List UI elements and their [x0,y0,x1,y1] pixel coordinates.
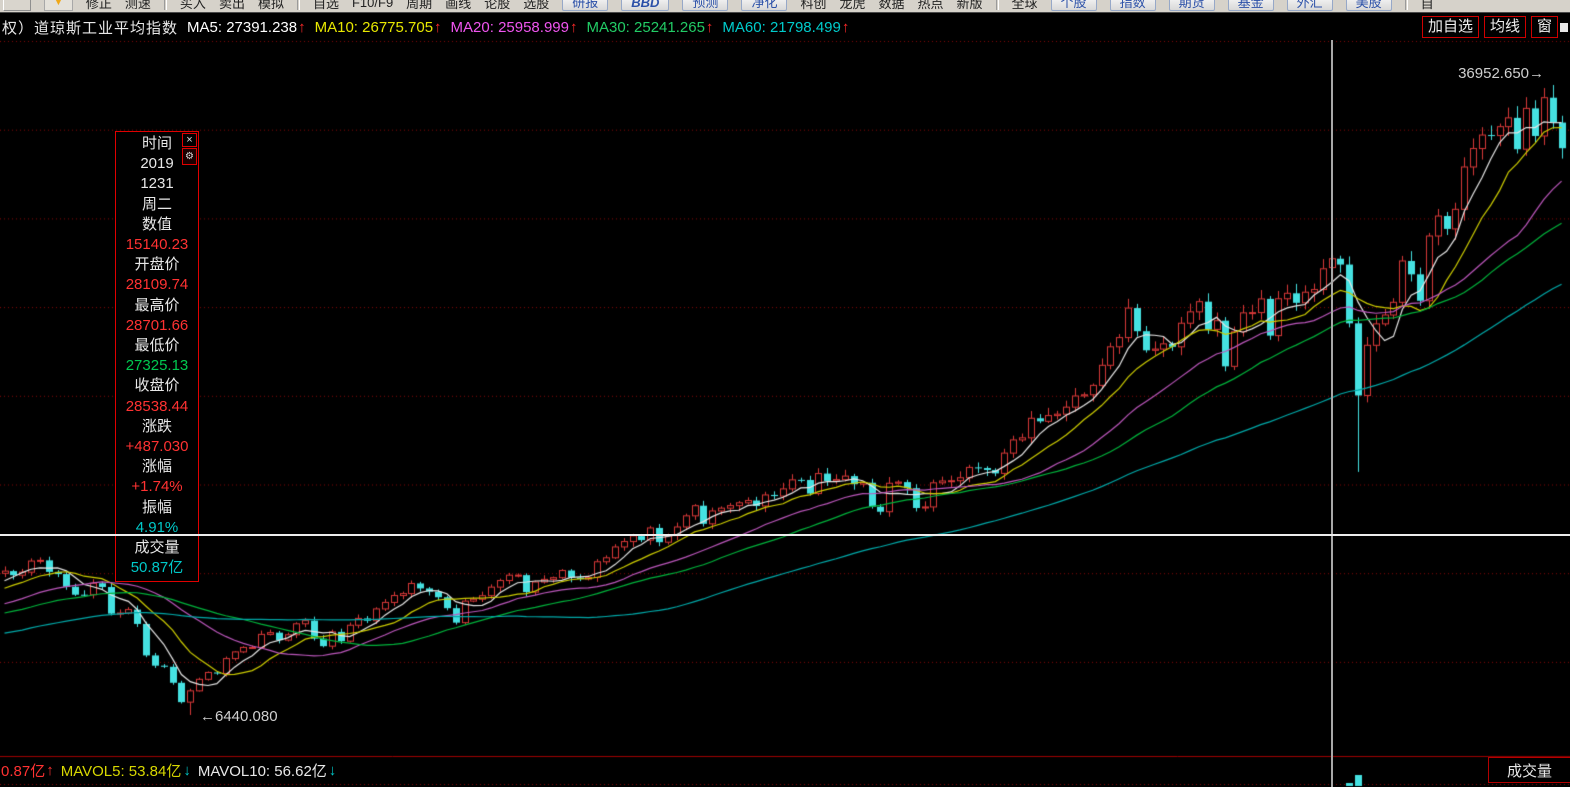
window-icon[interactable] [1560,22,1568,32]
toolbar-item-预测[interactable]: 预测 [682,0,729,11]
tooltip-row: 周二 [141,195,172,213]
toolbar-separator [296,0,300,10]
toolbar-item-龙虎[interactable]: 龙虎 [839,0,865,12]
toolbar-item-热点[interactable]: 热点 [918,0,944,12]
tooltip-row: +487.030 [125,438,189,456]
toolbar-items: ▼ 修正 测速 买入 卖出 模拟 自选 F10/F9 周期 画线 论股 选股 研报 BBD 预测 净化 科创 龙虎… [0,0,1570,12]
ma-value: MA10: 26775.705 [314,18,434,36]
left-arrow-icon: ← [200,708,215,725]
tooltip-rows: 时间 2019 1231 周二 数值 15140.23 开盘价 28109.74 最高价 2870… [116,134,198,578]
tooltip-row: 数值 [141,215,172,233]
up-arrow-icon: ↑ [841,18,850,36]
toolbar-item-买入[interactable]: 买入 [180,0,206,12]
top-toolbar: ▼ 修正 测速 买入 卖出 模拟 自选 F10/F9 周期 画线 论股 选股 研报 BBD 预测 净化 科创 龙虎… [0,0,1570,13]
tooltip-row: 涨幅 [141,458,172,476]
volume-pane-label-text: 成交量 [1506,762,1552,780]
down-arrow-icon: ↓ [328,762,337,779]
toolbar-item-画线[interactable]: 画线 [445,0,471,12]
toolbar-item-修正[interactable]: 修正 [86,0,112,12]
tooltip-row: 最高价 [134,296,180,314]
ma-value: MA20: 25958.999 [450,18,569,36]
gear-icon[interactable]: ⚙ [182,148,197,165]
tooltip-row: 27325.13 [125,357,189,375]
tooltip-row: 28701.66 [125,316,189,334]
toolbar-separator [1404,0,1408,10]
header-button-均线[interactable]: 均线 [1483,16,1526,38]
kline-chart-canvas[interactable] [0,40,1570,787]
tooltip-row: 收盘价 [134,377,180,395]
toolbar-item-自[interactable]: 自 [1421,0,1434,12]
header-button-窗[interactable]: 窗 [1530,16,1558,38]
toolbar-item-期货[interactable]: 期货 [1168,0,1215,11]
trading-app-window: ▼ 修正 测速 买入 卖出 模拟 自选 F10/F9 周期 画线 论股 选股 研报 BBD 预测 净化 科创 龙虎… [0,0,1570,787]
toolbar-item-周期[interactable]: 周期 [406,0,432,12]
volume-value: 0.87亿 [1,763,46,780]
right-arrow-icon: → [1529,65,1544,82]
tooltip-row: 涨跌 [141,417,172,435]
ma-values: MA5: 27391.238 ↑ MA10: 26775.705 ↑ MA20: 259… [178,19,849,36]
toolbar-item-新版[interactable]: 新版 [957,0,983,12]
toolbar-item-论股[interactable]: 论股 [484,0,510,12]
toolbar-item-数据[interactable]: 数据 [878,0,904,12]
toolbar-separator [163,0,167,10]
tooltip-row: 28109.74 [125,276,189,294]
tooltip-row: 1231 [140,175,174,193]
mavol5-value: MAVOL5: 53.84亿 [60,763,182,780]
toolbar-item-F10/F9[interactable]: F10/F9 [352,0,393,10]
down-arrow-icon: ↓ [183,762,191,779]
tooltip-row: 最低价 [134,337,180,355]
low-price-label: ←6440.080 [200,708,278,725]
mavol10-value: MAVOL10: 56.62亿 [197,763,327,780]
crosshair-horizontal-line[interactable] [0,534,1570,537]
toolbar-item-全球[interactable]: 全球 [1012,0,1038,12]
up-arrow-icon: ↑ [705,18,714,36]
toolbar-item-测速[interactable]: 测速 [125,0,151,12]
toolbar-item-外汇[interactable]: 外汇 [1286,0,1333,11]
toolbar-item-基金[interactable]: 基金 [1227,0,1274,11]
toolbar-item-选股[interactable]: 选股 [523,0,549,12]
toolbar-separator [995,0,999,10]
crosshair-vertical-line[interactable] [1330,40,1333,787]
diamond-arrow-icon[interactable]: ▼ [44,0,73,11]
up-arrow-icon: ↑ [298,18,306,36]
low-price-value: 6440.080 [215,708,278,725]
header-button-加自选[interactable]: 加自选 [1421,16,1479,38]
toolbar-item-净化[interactable]: 净化 [741,0,788,11]
toolbar-stub-button[interactable] [3,0,31,11]
tooltip-row: 振幅 [141,498,172,516]
toolbar-item-科创[interactable]: 科创 [800,0,826,12]
toolbar-item-个股[interactable]: 个股 [1050,0,1097,11]
up-arrow-icon: ↑ [434,18,442,36]
header-buttons: 加自选 均线窗 [1421,16,1558,38]
tooltip-row: 28538.44 [125,397,189,415]
up-arrow-icon: ↑ [569,18,578,36]
symbol-title: 权）道琼斯工业平均指数 [2,19,179,37]
ma-value: MA30: 25241.265 [586,18,705,36]
high-price-value: 36952.650 [1458,65,1529,82]
toolbar-item-指数[interactable]: 指数 [1109,0,1156,11]
up-arrow-icon: ↑ [46,762,54,779]
tooltip-row: 成交量 [134,539,180,557]
toolbar-item-模拟[interactable]: 模拟 [258,0,284,12]
toolbar-item-美股[interactable]: 美股 [1345,0,1392,11]
volume-indicator-row: 0.87亿 ↑ MAVOL5: 53.84亿 ↓ MAVOL10: 56.62亿… [1,760,336,781]
toolbar-item-自选[interactable]: 自选 [313,0,339,12]
data-tooltip-panel: × ⚙ 时间 2019 1231 周二 数值 15140.23 开盘价 28109.74 最高价… [115,131,199,583]
chart-header-bar: 权）道琼斯工业平均指数 MA5: 27391.238 ↑ MA10: 26775.7… [0,14,1570,40]
volume-pane-label[interactable]: 成交量 [1488,757,1570,783]
tooltip-row: 开盘价 [134,256,180,274]
ma-value: MA60: 21798.499 [722,18,841,36]
tooltip-row: 15140.23 [125,236,189,254]
toolbar-item-卖出[interactable]: 卖出 [219,0,245,12]
toolbar-item-BBD[interactable]: BBD [621,0,670,11]
tooltip-row: +1.74% [131,478,183,496]
tooltip-row: 50.87亿 [130,559,184,577]
toolbar-item-研报[interactable]: 研报 [562,0,609,11]
close-icon[interactable]: × [182,133,197,147]
high-price-label: 36952.650→ [1458,65,1544,82]
ma-value: MA5: 27391.238 [187,18,298,36]
